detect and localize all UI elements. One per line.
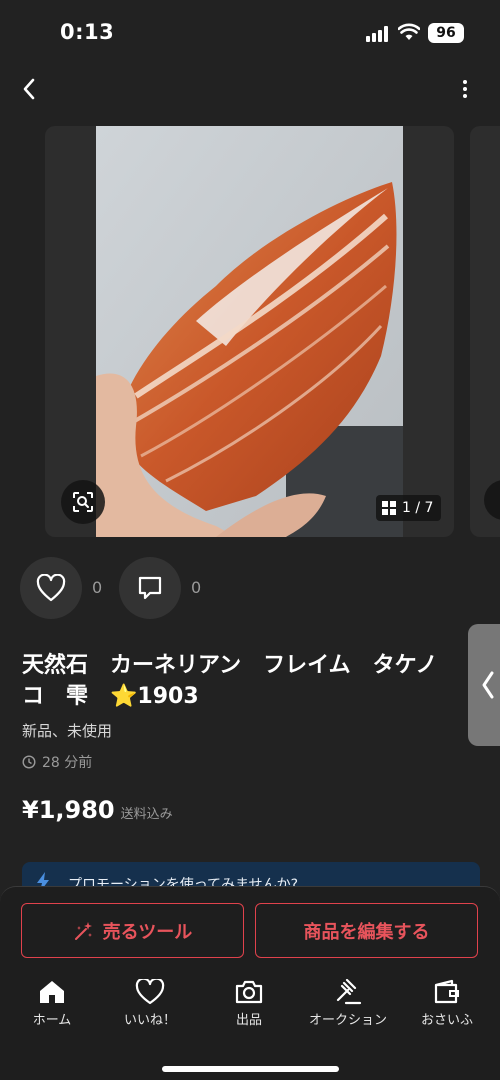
heart-icon xyxy=(135,979,165,1005)
home-indicator xyxy=(162,1066,339,1072)
like-button[interactable] xyxy=(20,557,82,619)
back-icon xyxy=(23,78,35,100)
comment-button[interactable] xyxy=(119,557,181,619)
bottom-action-panel: 売るツール 商品を編集する ホーム いいね！ 出品 オークション おさいふ xyxy=(0,886,500,1080)
sell-tools-label: 売るツール xyxy=(102,921,193,943)
battery-indicator: 96 xyxy=(428,23,464,43)
comment-count: 0 xyxy=(191,578,202,597)
wallet-icon xyxy=(434,979,459,1004)
tab-home-label: ホーム xyxy=(32,1013,72,1028)
posted-time-text: 28 分前 xyxy=(42,755,93,771)
home-icon xyxy=(40,981,64,1003)
clock-icon xyxy=(22,755,36,769)
like-count: 0 xyxy=(92,578,103,597)
tab-home[interactable]: ホーム xyxy=(2,979,102,1028)
item-condition: 新品、未使用 xyxy=(22,722,113,740)
heart-icon xyxy=(36,574,66,602)
image-counter-text: 1 / 7 xyxy=(402,500,434,516)
tab-auction[interactable]: オークション xyxy=(298,979,398,1028)
tab-likes[interactable]: いいね！ xyxy=(100,979,200,1028)
product-photo[interactable] xyxy=(96,126,403,537)
image-counter[interactable]: 1 / 7 xyxy=(376,495,442,521)
grid-icon xyxy=(382,501,396,515)
status-bar: 0:13 96 xyxy=(0,0,500,66)
more-button[interactable] xyxy=(452,74,478,104)
posted-time: 28 分前 xyxy=(22,752,92,772)
edit-item-button[interactable]: 商品を編集する xyxy=(255,903,478,958)
tab-wallet[interactable]: おさいふ xyxy=(397,979,497,1028)
edit-item-label: 商品を編集する xyxy=(303,921,430,943)
more-icon xyxy=(463,80,467,84)
price-row: ¥1,980 送料込み xyxy=(22,796,173,824)
item-title-line1: 天然石 カーネリアン フレイム タケノ xyxy=(22,653,438,678)
side-drawer-tab[interactable] xyxy=(468,624,500,746)
carousel-slide[interactable] xyxy=(45,126,454,537)
back-button[interactable] xyxy=(12,72,46,106)
sell-tools-button[interactable]: 売るツール xyxy=(21,903,244,958)
signal-icon xyxy=(366,26,390,42)
carousel-next-slide[interactable] xyxy=(470,126,500,537)
tab-sell-label: 出品 xyxy=(235,1013,262,1028)
tab-wallet-label: おさいふ xyxy=(420,1013,473,1028)
gavel-icon xyxy=(336,979,362,1005)
shipping-label: 送料込み xyxy=(120,807,173,822)
tab-auction-label: オークション xyxy=(308,1013,387,1028)
wifi-icon xyxy=(398,23,420,40)
tab-likes-label: いいね！ xyxy=(123,1013,176,1028)
item-title: 天然石 カーネリアン フレイム タケノ コ 雫 ⭐1903 xyxy=(22,650,472,712)
tab-sell[interactable]: 出品 xyxy=(199,979,299,1028)
chevron-left-icon xyxy=(482,671,494,699)
zoom-scan-icon xyxy=(73,492,93,512)
comment-icon xyxy=(138,576,162,600)
item-title-line2: コ 雫 ⭐1903 xyxy=(22,684,199,709)
tab-bar: ホーム いいね！ 出品 オークション おさいふ xyxy=(0,979,500,1043)
price: ¥1,980 xyxy=(22,796,115,824)
status-time: 0:13 xyxy=(60,20,115,44)
image-carousel[interactable] xyxy=(0,126,500,537)
sparkle-pen-icon xyxy=(74,921,92,940)
camera-icon xyxy=(235,980,263,1004)
zoom-button[interactable] xyxy=(61,480,105,524)
